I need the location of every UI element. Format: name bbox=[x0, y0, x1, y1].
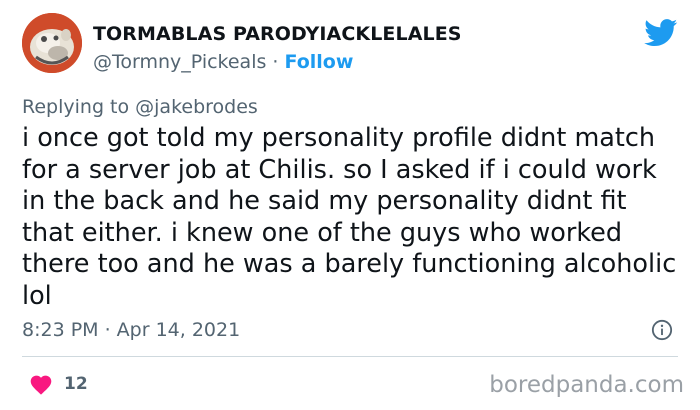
tweet-card: TORMABLAS PARODYIACKLELALES @Tormny_Pick… bbox=[0, 0, 700, 410]
replying-to: Replying to @jakebrodes bbox=[22, 96, 258, 118]
tweet-text: i once got told my personality profile d… bbox=[22, 123, 682, 312]
tweet-text-line: there too and he was a barely functionin… bbox=[22, 249, 677, 279]
author-display-name[interactable]: TORMABLAS PARODYIACKLELALES bbox=[93, 23, 462, 45]
divider bbox=[22, 356, 678, 357]
handle-separator: · bbox=[266, 51, 285, 73]
watermark: boredpanda.com bbox=[489, 372, 684, 398]
avatar[interactable] bbox=[22, 13, 82, 73]
like-count: 12 bbox=[64, 374, 88, 394]
tweet-text-line: in the back and he said my personality d… bbox=[22, 186, 627, 216]
info-icon[interactable] bbox=[651, 319, 673, 341]
tweet-timestamp[interactable]: 8:23 PM · Apr 14, 2021 bbox=[22, 319, 240, 341]
reply-mention-link[interactable]: @jakebrodes bbox=[135, 96, 258, 118]
tweet-text-line: i once got told my personality profile d… bbox=[22, 123, 656, 153]
tweet-text-line: for a server job at Chilis. so I asked i… bbox=[22, 154, 657, 185]
tweet-text-line: that either. i knew one of the guys who … bbox=[22, 217, 623, 248]
follow-button[interactable]: Follow bbox=[285, 51, 354, 73]
tweet-text-line: lol bbox=[22, 280, 52, 311]
replying-prefix: Replying to bbox=[22, 96, 136, 118]
author-handle-row: @Tormny_Pickeals · Follow bbox=[93, 51, 353, 73]
author-handle[interactable]: @Tormny_Pickeals bbox=[93, 51, 266, 73]
twitter-bird-icon[interactable] bbox=[644, 19, 678, 47]
heart-icon[interactable] bbox=[29, 373, 53, 395]
